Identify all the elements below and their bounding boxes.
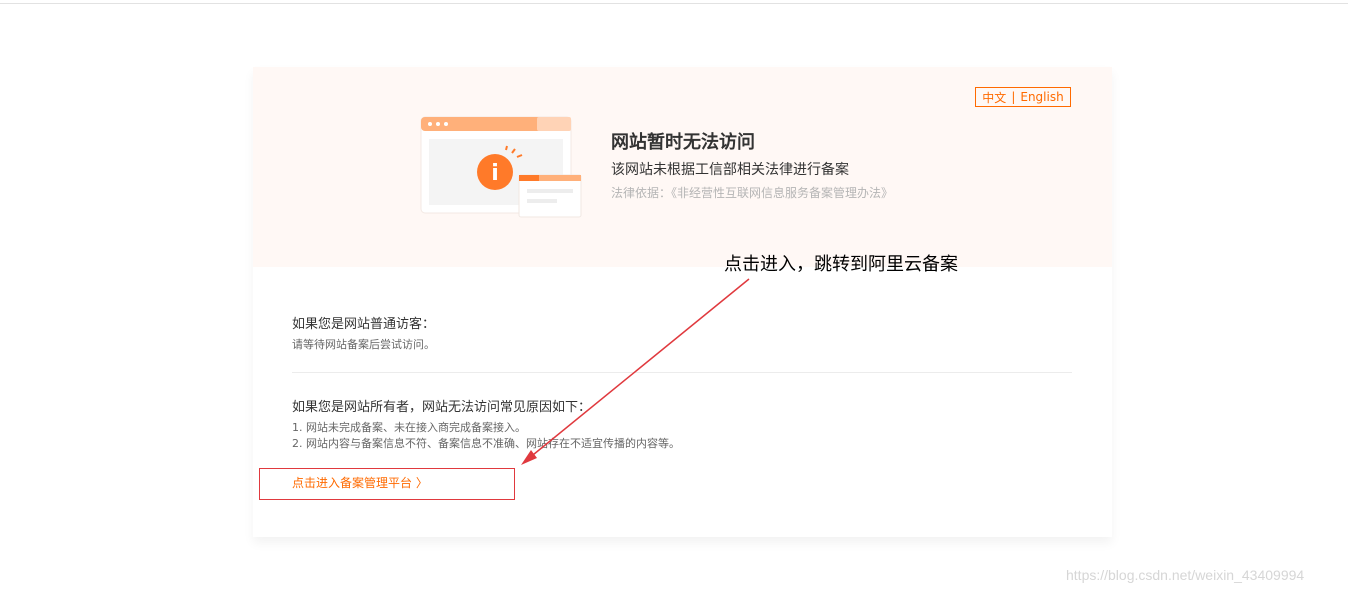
section-divider: [292, 372, 1072, 373]
filing-platform-label: 点击进入备案管理平台: [292, 476, 413, 490]
watermark-text: https://blog.csdn.net/weixin_43409994: [1066, 567, 1305, 583]
reason-item: 2. 网站内容与备案信息不符、备案信息不准确、网站存在不适宜传播的内容等。: [292, 437, 680, 450]
annotation-text: 点击进入，跳转到阿里云备案: [724, 254, 958, 275]
lang-zh-link[interactable]: 中文: [982, 89, 1006, 106]
legal-basis-text: 法律依据：《非经营性互联网信息服务备案管理办法》: [611, 186, 894, 200]
lang-en-link[interactable]: English: [1020, 90, 1063, 104]
notice-banner: 中文 | English i 网站暂时无法访问 该网站未根据工信部相关法律进行备…: [253, 67, 1112, 267]
info-symbol: i: [491, 161, 499, 186]
page-title: 网站暂时无法访问: [611, 132, 755, 153]
reason-item: 1. 网站未完成备案、未在接入商完成备案接入。: [292, 421, 526, 434]
lang-separator: |: [1011, 90, 1016, 104]
browser-warning-illustration: i: [420, 116, 582, 218]
notice-card: 中文 | English i 网站暂时无法访问 该网站未根据工信部相关法律进行备…: [253, 67, 1112, 537]
owner-heading: 如果您是网站所有者，网站无法访问常见原因如下：: [292, 400, 592, 415]
page-subtitle: 该网站未根据工信部相关法律进行备案: [611, 162, 849, 178]
visitor-text: 请等待网站备案后尝试访问。: [292, 338, 435, 351]
visitor-heading: 如果您是网站普通访客：: [292, 317, 436, 332]
chevron-right-icon: 〉: [415, 476, 428, 490]
language-switch[interactable]: 中文 | English: [975, 87, 1071, 107]
top-border: [0, 3, 1348, 4]
filing-platform-link[interactable]: 点击进入备案管理平台 〉: [292, 474, 428, 491]
